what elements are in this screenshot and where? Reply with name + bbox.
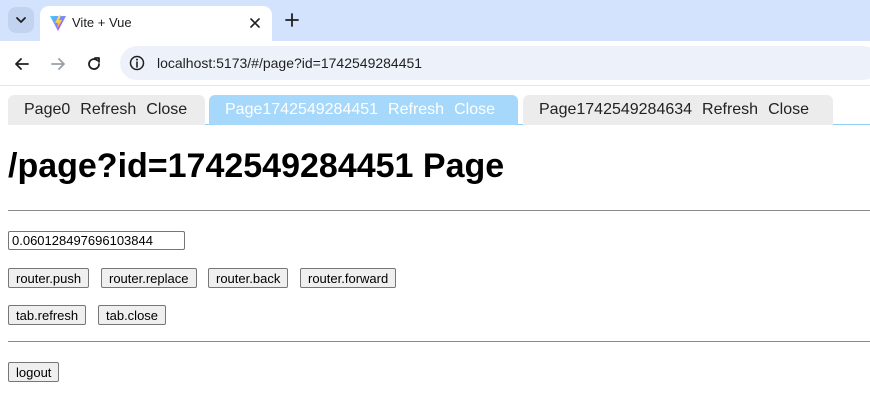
app-tab-refresh-link[interactable]: Refresh — [80, 101, 136, 119]
new-tab-button[interactable] — [280, 8, 304, 32]
browser-tab-active[interactable]: Vite + Vue — [40, 6, 272, 41]
info-icon — [129, 55, 145, 71]
arrow-right-icon — [51, 58, 65, 70]
divider — [8, 210, 870, 211]
app-tab-page1742549284634[interactable]: Page1742549284634 Refresh Close — [523, 95, 833, 125]
reload-icon — [88, 57, 100, 70]
router-push-button[interactable]: router.push — [8, 268, 90, 288]
tab-search-button[interactable] — [8, 7, 34, 33]
tab-close-button[interactable]: tab.close — [98, 305, 167, 325]
logout-button[interactable]: logout — [8, 362, 60, 382]
browser-tabstrip: Vite + Vue — [0, 0, 870, 41]
app-tab-title[interactable]: Page1742549284634 — [539, 101, 692, 119]
arrow-left-icon — [15, 58, 29, 70]
app-tab-title[interactable]: Page0 — [24, 101, 70, 119]
address-bar[interactable]: localhost:5173/#/page?id=1742549284451 — [120, 46, 870, 80]
close-icon — [250, 18, 260, 28]
url-text[interactable]: localhost:5173/#/page?id=1742549284451 — [157, 55, 422, 71]
app-tab-page0[interactable]: Page0 Refresh Close — [8, 95, 205, 125]
app-tab-close-link[interactable]: Close — [768, 101, 809, 119]
app-tab-refresh-link[interactable]: Refresh — [702, 101, 758, 119]
reload-button[interactable] — [81, 51, 107, 77]
divider — [8, 341, 870, 342]
browser-tab-close-button[interactable] — [246, 14, 264, 32]
site-info-button[interactable] — [128, 54, 146, 72]
router-replace-button[interactable]: router.replace — [101, 268, 197, 288]
tab-refresh-button[interactable]: tab.refresh — [8, 305, 87, 325]
app-tab-title[interactable]: Page1742549284451 — [225, 101, 378, 119]
app-tab-close-link[interactable]: Close — [146, 101, 187, 119]
vite-logo-icon — [50, 15, 66, 31]
router-forward-button[interactable]: router.forward — [300, 268, 397, 288]
app-tab-refresh-link[interactable]: Refresh — [388, 101, 444, 119]
page-title: /page?id=1742549284451 Page — [8, 147, 505, 185]
forward-button[interactable] — [45, 51, 71, 77]
random-value-input[interactable] — [8, 231, 185, 250]
app-tab-page1742549284451[interactable]: Page1742549284451 Refresh Close — [209, 95, 518, 125]
browser-toolbar: localhost:5173/#/page?id=1742549284451 — [0, 41, 870, 86]
browser-tab-title: Vite + Vue — [72, 15, 132, 30]
router-back-button[interactable]: router.back — [208, 268, 289, 288]
app-tab-bar: Page0 Refresh Close Page1742549284451 Re… — [8, 95, 870, 125]
back-button[interactable] — [9, 51, 35, 77]
chevron-down-icon — [16, 17, 26, 23]
plus-icon — [285, 13, 299, 27]
app-tab-close-link[interactable]: Close — [454, 101, 495, 119]
